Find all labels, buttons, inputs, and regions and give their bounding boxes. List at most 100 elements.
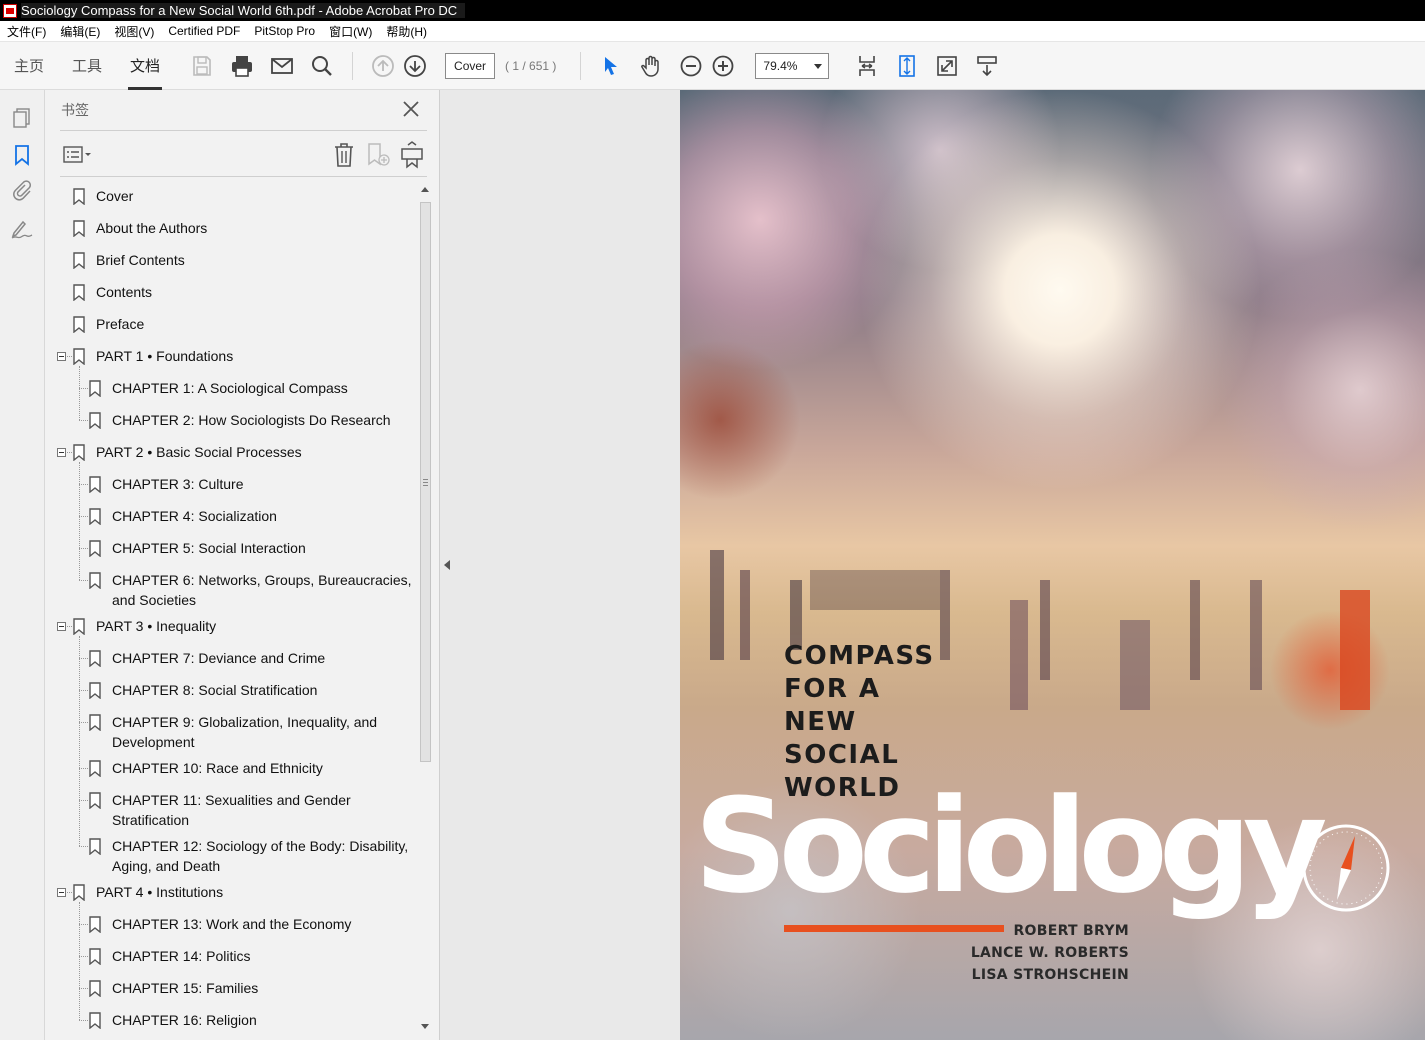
collapse-toggle-icon[interactable]	[57, 352, 66, 361]
tree-connector	[79, 988, 88, 989]
bookmarks-scrollbar[interactable]	[417, 182, 433, 1040]
bookmark-item[interactable]: PART 4 • Institutions	[45, 882, 417, 914]
tree-connector	[79, 1020, 88, 1021]
bookmark-icon	[89, 508, 101, 526]
close-icon[interactable]	[401, 99, 421, 119]
author-name: ROBERT BRYM	[1013, 923, 1129, 939]
menu-pitstop-pro[interactable]: PitStop Pro	[247, 24, 322, 38]
bookmark-label: Cover	[96, 188, 134, 204]
bookmark-item[interactable]: PART 2 • Basic Social Processes	[45, 442, 417, 474]
bookmark-item[interactable]: CHAPTER 1: A Sociological Compass	[45, 378, 417, 410]
fit-page-icon[interactable]	[887, 46, 927, 86]
bookmark-item[interactable]: CHAPTER 11: Sexualities and Gender Strat…	[45, 790, 417, 836]
menu-certified-pdf[interactable]: Certified PDF	[161, 24, 247, 38]
collapse-panel-arrow-icon[interactable]	[444, 560, 450, 570]
bookmark-item[interactable]: CHAPTER 15: Families	[45, 978, 417, 1010]
bookmark-item[interactable]: CHAPTER 14: Politics	[45, 946, 417, 978]
bookmarks-panel-icon[interactable]	[9, 142, 35, 168]
bookmark-item[interactable]: CHAPTER 5: Social Interaction	[45, 538, 417, 570]
tab-document[interactable]: 文档	[116, 42, 174, 90]
page-count: ( 1 / 651 )	[505, 58, 557, 73]
bookmark-item[interactable]: Brief Contents	[45, 250, 417, 282]
bookmark-item[interactable]: CHAPTER 16: Religion	[45, 1010, 417, 1040]
menu-edit[interactable]: 编辑(E)	[53, 23, 107, 40]
tree-connector	[79, 956, 88, 957]
tree-connector	[67, 452, 72, 453]
bookmark-item[interactable]: CHAPTER 7: Deviance and Crime	[45, 648, 417, 680]
menu-file[interactable]: 文件(F)	[0, 23, 53, 40]
signature-icon[interactable]	[9, 216, 35, 242]
subtitle-line: COMPASS	[784, 641, 935, 671]
bookmark-icon	[89, 980, 101, 998]
menu-view[interactable]: 视图(V)	[107, 23, 161, 40]
navigation-rail	[0, 90, 45, 1040]
attachments-icon[interactable]	[9, 178, 35, 204]
bookmark-item[interactable]: CHAPTER 4: Socialization	[45, 506, 417, 538]
collapse-toggle-icon[interactable]	[57, 622, 66, 631]
bookmark-item[interactable]: CHAPTER 6: Networks, Groups, Bureaucraci…	[45, 570, 417, 616]
bookmark-item[interactable]: PART 3 • Inequality	[45, 616, 417, 648]
tab-home[interactable]: 主页	[0, 42, 58, 90]
page-number-input[interactable]: Cover	[445, 52, 496, 79]
email-icon[interactable]	[262, 46, 302, 86]
save-icon[interactable]	[182, 46, 222, 86]
bookmark-icon	[89, 476, 101, 494]
next-page-icon[interactable]	[395, 46, 435, 86]
page-thumbnails-icon[interactable]	[9, 105, 35, 131]
tree-connector	[79, 636, 80, 846]
author-name: LANCE W. ROBERTS	[970, 945, 1129, 961]
bookmark-label: Preface	[96, 316, 145, 332]
bookmark-item[interactable]: Preface	[45, 314, 417, 346]
menu-help[interactable]: 帮助(H)	[379, 23, 434, 40]
full-screen-icon[interactable]	[927, 46, 967, 86]
bookmark-icon	[73, 284, 85, 302]
hand-tool-icon[interactable]	[631, 46, 671, 86]
bookmark-icon	[73, 618, 85, 636]
collapse-toggle-icon[interactable]	[57, 448, 66, 457]
options-menu-icon[interactable]	[62, 144, 94, 166]
zoom-select[interactable]: 79.4%	[755, 52, 830, 79]
scroll-mode-icon[interactable]	[967, 46, 1007, 86]
new-bookmark-icon[interactable]	[366, 141, 392, 169]
bookmark-item[interactable]: PART 1 • Foundations	[45, 346, 417, 378]
bookmark-label: PART 4 • Institutions	[96, 884, 224, 900]
bookmark-item[interactable]: Contents	[45, 282, 417, 314]
bookmark-label: CHAPTER 6: Networks, Groups, Bureaucraci…	[112, 572, 412, 608]
cover-title: Sociology	[694, 770, 1328, 922]
search-icon[interactable]	[302, 46, 342, 86]
print-icon[interactable]	[222, 46, 262, 86]
bookmark-label: CHAPTER 4: Socialization	[112, 508, 277, 524]
collapse-toggle-icon[interactable]	[57, 888, 66, 897]
bookmark-item[interactable]: CHAPTER 2: How Sociologists Do Research	[45, 410, 417, 442]
bookmark-item[interactable]: CHAPTER 10: Race and Ethnicity	[45, 758, 417, 790]
delete-bookmark-icon[interactable]	[332, 141, 356, 169]
scrollbar-thumb[interactable]	[420, 202, 431, 762]
bookmark-item[interactable]: CHAPTER 3: Culture	[45, 474, 417, 506]
bookmark-label: CHAPTER 14: Politics	[112, 948, 251, 964]
menu-window[interactable]: 窗口(W)	[322, 23, 379, 40]
select-cursor-icon[interactable]	[591, 46, 631, 86]
bookmark-icon	[73, 252, 85, 270]
tree-connector	[79, 388, 88, 389]
bookmark-item[interactable]: CHAPTER 8: Social Stratification	[45, 680, 417, 712]
tree-connector	[67, 892, 72, 893]
bookmark-item[interactable]: CHAPTER 9: Globalization, Inequality, an…	[45, 712, 417, 758]
bookmark-item[interactable]: Cover	[45, 186, 417, 218]
bookmark-item[interactable]: CHAPTER 12: Sociology of the Body: Disab…	[45, 836, 417, 882]
bookmark-label: CHAPTER 2: How Sociologists Do Research	[112, 412, 391, 428]
bookmark-label: Contents	[96, 284, 153, 300]
bookmark-item[interactable]: About the Authors	[45, 218, 417, 250]
tree-connector	[79, 924, 88, 925]
bookmark-item[interactable]: CHAPTER 13: Work and the Economy	[45, 914, 417, 946]
bookmark-icon	[73, 188, 85, 206]
scroll-down-arrow[interactable]	[421, 1024, 429, 1029]
zoom-in-icon[interactable]	[703, 46, 743, 86]
bookmark-label: PART 2 • Basic Social Processes	[96, 444, 302, 460]
chevron-down-icon	[814, 63, 823, 69]
expand-bookmark-icon[interactable]	[398, 141, 426, 169]
tab-tools[interactable]: 工具	[58, 42, 116, 90]
scroll-up-arrow[interactable]	[421, 187, 429, 192]
subtitle-line: SOCIAL	[784, 740, 900, 770]
toolbar-separator	[580, 51, 582, 80]
fit-width-icon[interactable]	[847, 46, 887, 86]
